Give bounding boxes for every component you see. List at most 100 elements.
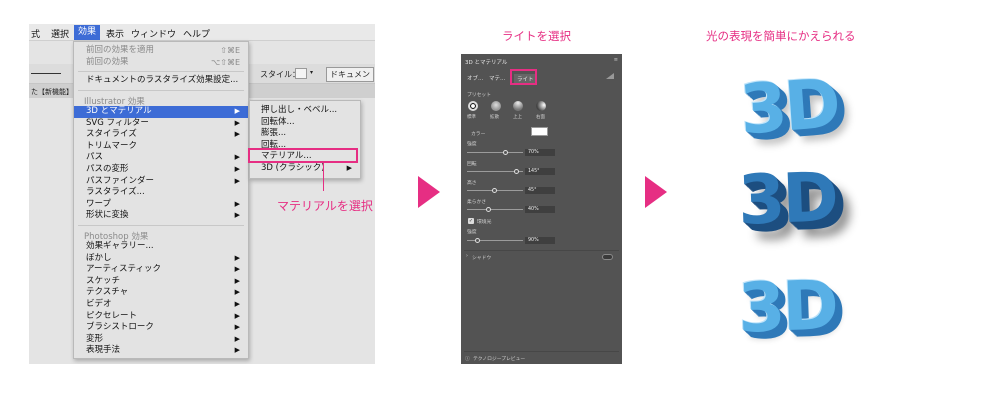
softness-slider-knob[interactable] [486,207,492,212]
menu-item-label: SVG フィルター [86,117,149,128]
submenu-arrow-icon: ▶ [346,164,352,172]
preset-label: 右面 [536,115,545,120]
height-value[interactable]: 45° [525,187,555,194]
menu-item-label: ワープ [86,198,111,209]
style-swatch[interactable] [295,68,307,79]
intensity-value[interactable]: 70% [525,149,555,156]
rotation-slider-knob[interactable] [514,169,520,174]
menubar-item-view[interactable]: 表示 [106,27,124,40]
menu-item-rasterize[interactable]: ラスタライズ... [74,187,248,199]
document-tab[interactable]: た【新機能】 [31,87,73,97]
tab-materials[interactable]: マテ... [489,74,505,82]
preset-top-icon[interactable] [513,101,523,111]
submenu-item-3d-classic[interactable]: 3D (クラシック) ▶ [250,163,360,175]
chevron-right-icon[interactable]: › [466,254,468,259]
menu-item-brush-strokes[interactable]: ブラシストローク ▶ [74,322,248,334]
menu-item-3d-and-materials[interactable]: 3D とマテリアル ▶ [74,106,248,118]
menubar-item-select[interactable]: 選択 [51,27,69,40]
submenu-arrow-icon: ▶ [234,311,240,320]
preset-diffuse-icon[interactable] [491,101,501,111]
submenu-item-inflate[interactable]: 膨張... [250,128,360,140]
light-color-swatch[interactable] [531,127,548,136]
intensity-slider[interactable] [467,152,523,153]
panel-divider [464,351,619,352]
menu-item-path[interactable]: パス ▶ [74,152,248,164]
submenu-arrow-icon: ▶ [234,300,240,308]
panel-menu-icon[interactable]: ≡ [614,57,618,63]
select-light-caption: ライトを選択 [502,29,571,43]
document-setup-button[interactable]: ドキュメン [326,67,374,82]
ambient-intensity-value[interactable]: 90% [525,237,555,244]
submenu-arrow-icon: ▶ [234,288,240,297]
submenu-item-revolve[interactable]: 回転体... [250,117,360,129]
info-icon: ⓘ [465,357,470,362]
menubar-item-window[interactable]: ウィンドウ [131,27,176,40]
menu-item-rasterize-settings[interactable]: ドキュメントのラスタライズ効果設定... [74,75,248,87]
tab-object[interactable]: オブ... [467,74,483,82]
menu-item-blur[interactable]: ぼかし ▶ [74,253,248,265]
panel-divider [464,250,619,251]
softness-label: 柔らかさ [467,200,487,205]
shortcut-label: ⇧⌘E [220,46,240,55]
menu-item-label: 表現手法 [86,345,121,356]
submenu-arrow-icon: ▶ [234,165,240,173]
menu-item-artistic[interactable]: アーティスティック ▶ [74,264,248,276]
height-slider-knob[interactable] [492,188,497,193]
submenu-arrow-icon: ▶ [234,199,240,208]
menu-item-apply-last-effect[interactable]: 前回の効果を適用 ⇧⌘E [74,45,248,57]
menu-item-video[interactable]: ビデオ ▶ [74,299,248,311]
style-label: スタイル： [260,70,300,79]
shadows-section-label[interactable]: シャドウ [472,254,491,261]
menu-item-label: パス [86,152,104,163]
menu-item-label: テクスチャ [86,287,129,298]
ambient-checkbox[interactable]: ✓ [468,218,474,224]
menu-item-texture[interactable]: テクスチャ ▶ [74,287,248,299]
menubar-item-format[interactable]: 式 [31,27,40,40]
menu-item-label: トリムマーク [86,140,138,151]
ambient-intensity-slider-knob[interactable] [475,238,481,243]
render-icon[interactable] [606,73,614,79]
menu-item-warp[interactable]: ワープ ▶ [74,199,248,211]
menu-item-distort-transform[interactable]: パスの変形 ▶ [74,164,248,176]
menu-item-effect-gallery[interactable]: 効果ギャラリー... [74,241,248,253]
menu-item-convert-to-shape[interactable]: 形状に変換 ▶ [74,210,248,222]
3d-text-sample-1: 3D [737,64,841,151]
effect-menu-dropdown: 前回の効果を適用 ⇧⌘E 前回の効果 ⌥⇧⌘E ドキュメントのラスタライズ効果設… [73,41,249,359]
menu-item-stylize-ps[interactable]: 表現手法 ▶ [74,345,248,357]
menu-item-last-effect[interactable]: 前回の効果 ⌥⇧⌘E [74,57,248,69]
menubar-item-help[interactable]: ヘルプ [183,27,210,40]
submenu-item-extrude-bevel[interactable]: 押し出し・ベベル... [250,105,360,117]
menu-item-sketch[interactable]: スケッチ ▶ [74,276,248,288]
menubar-item-effect[interactable]: 効果 [74,25,101,40]
chevron-down-icon[interactable]: ▾ [310,69,313,76]
lighting-tab-highlight-box [510,69,537,85]
intensity-label: 強度 [467,142,477,147]
menu-item-label: 3D とマテリアル [86,106,152,116]
preset-right-icon[interactable] [536,101,546,111]
preset-standard-icon[interactable] [468,101,478,111]
submenu-arrow-icon: ▶ [234,253,240,262]
intensity-slider-knob[interactable] [503,150,509,155]
menu-bar: 式 選択 効果 表示 ウィンドウ ヘルプ [29,24,375,41]
submenu-arrow-icon: ▶ [234,176,240,185]
shadows-toggle[interactable] [602,254,613,260]
3d-text-sample-2: 3D [736,158,838,241]
menu-item-label: 前回の効果を適用 [86,45,155,55]
menu-item-pixelate[interactable]: ピクセレート ▶ [74,311,248,323]
rotation-value[interactable]: 145° [525,168,555,175]
menu-item-stylize[interactable]: スタイライズ ▶ [74,129,248,141]
menu-item-pathfinder[interactable]: パスファインダー ▶ [74,176,248,188]
menu-item-svg-filter[interactable]: SVG フィルター ▶ [74,118,248,130]
materials-highlight-box [248,148,358,163]
submenu-arrow-icon: ▶ [234,334,240,343]
softness-value[interactable]: 40% [525,206,555,213]
menu-item-trim-marks[interactable]: トリムマーク [74,141,248,153]
menu-item-label: スタイライズ [86,129,137,140]
ambient-intensity-label: 強度 [467,230,477,235]
menu-item-distort[interactable]: 変形 ▶ [74,334,248,346]
3d-materials-submenu: 押し出し・ベベル... 回転体... 膨張... 回転... マテリアル... … [249,100,361,179]
preset-label: 上上 [513,115,522,120]
softness-slider[interactable] [467,209,523,210]
submenu-arrow-icon: ▶ [234,276,240,285]
menu-divider [78,225,244,226]
